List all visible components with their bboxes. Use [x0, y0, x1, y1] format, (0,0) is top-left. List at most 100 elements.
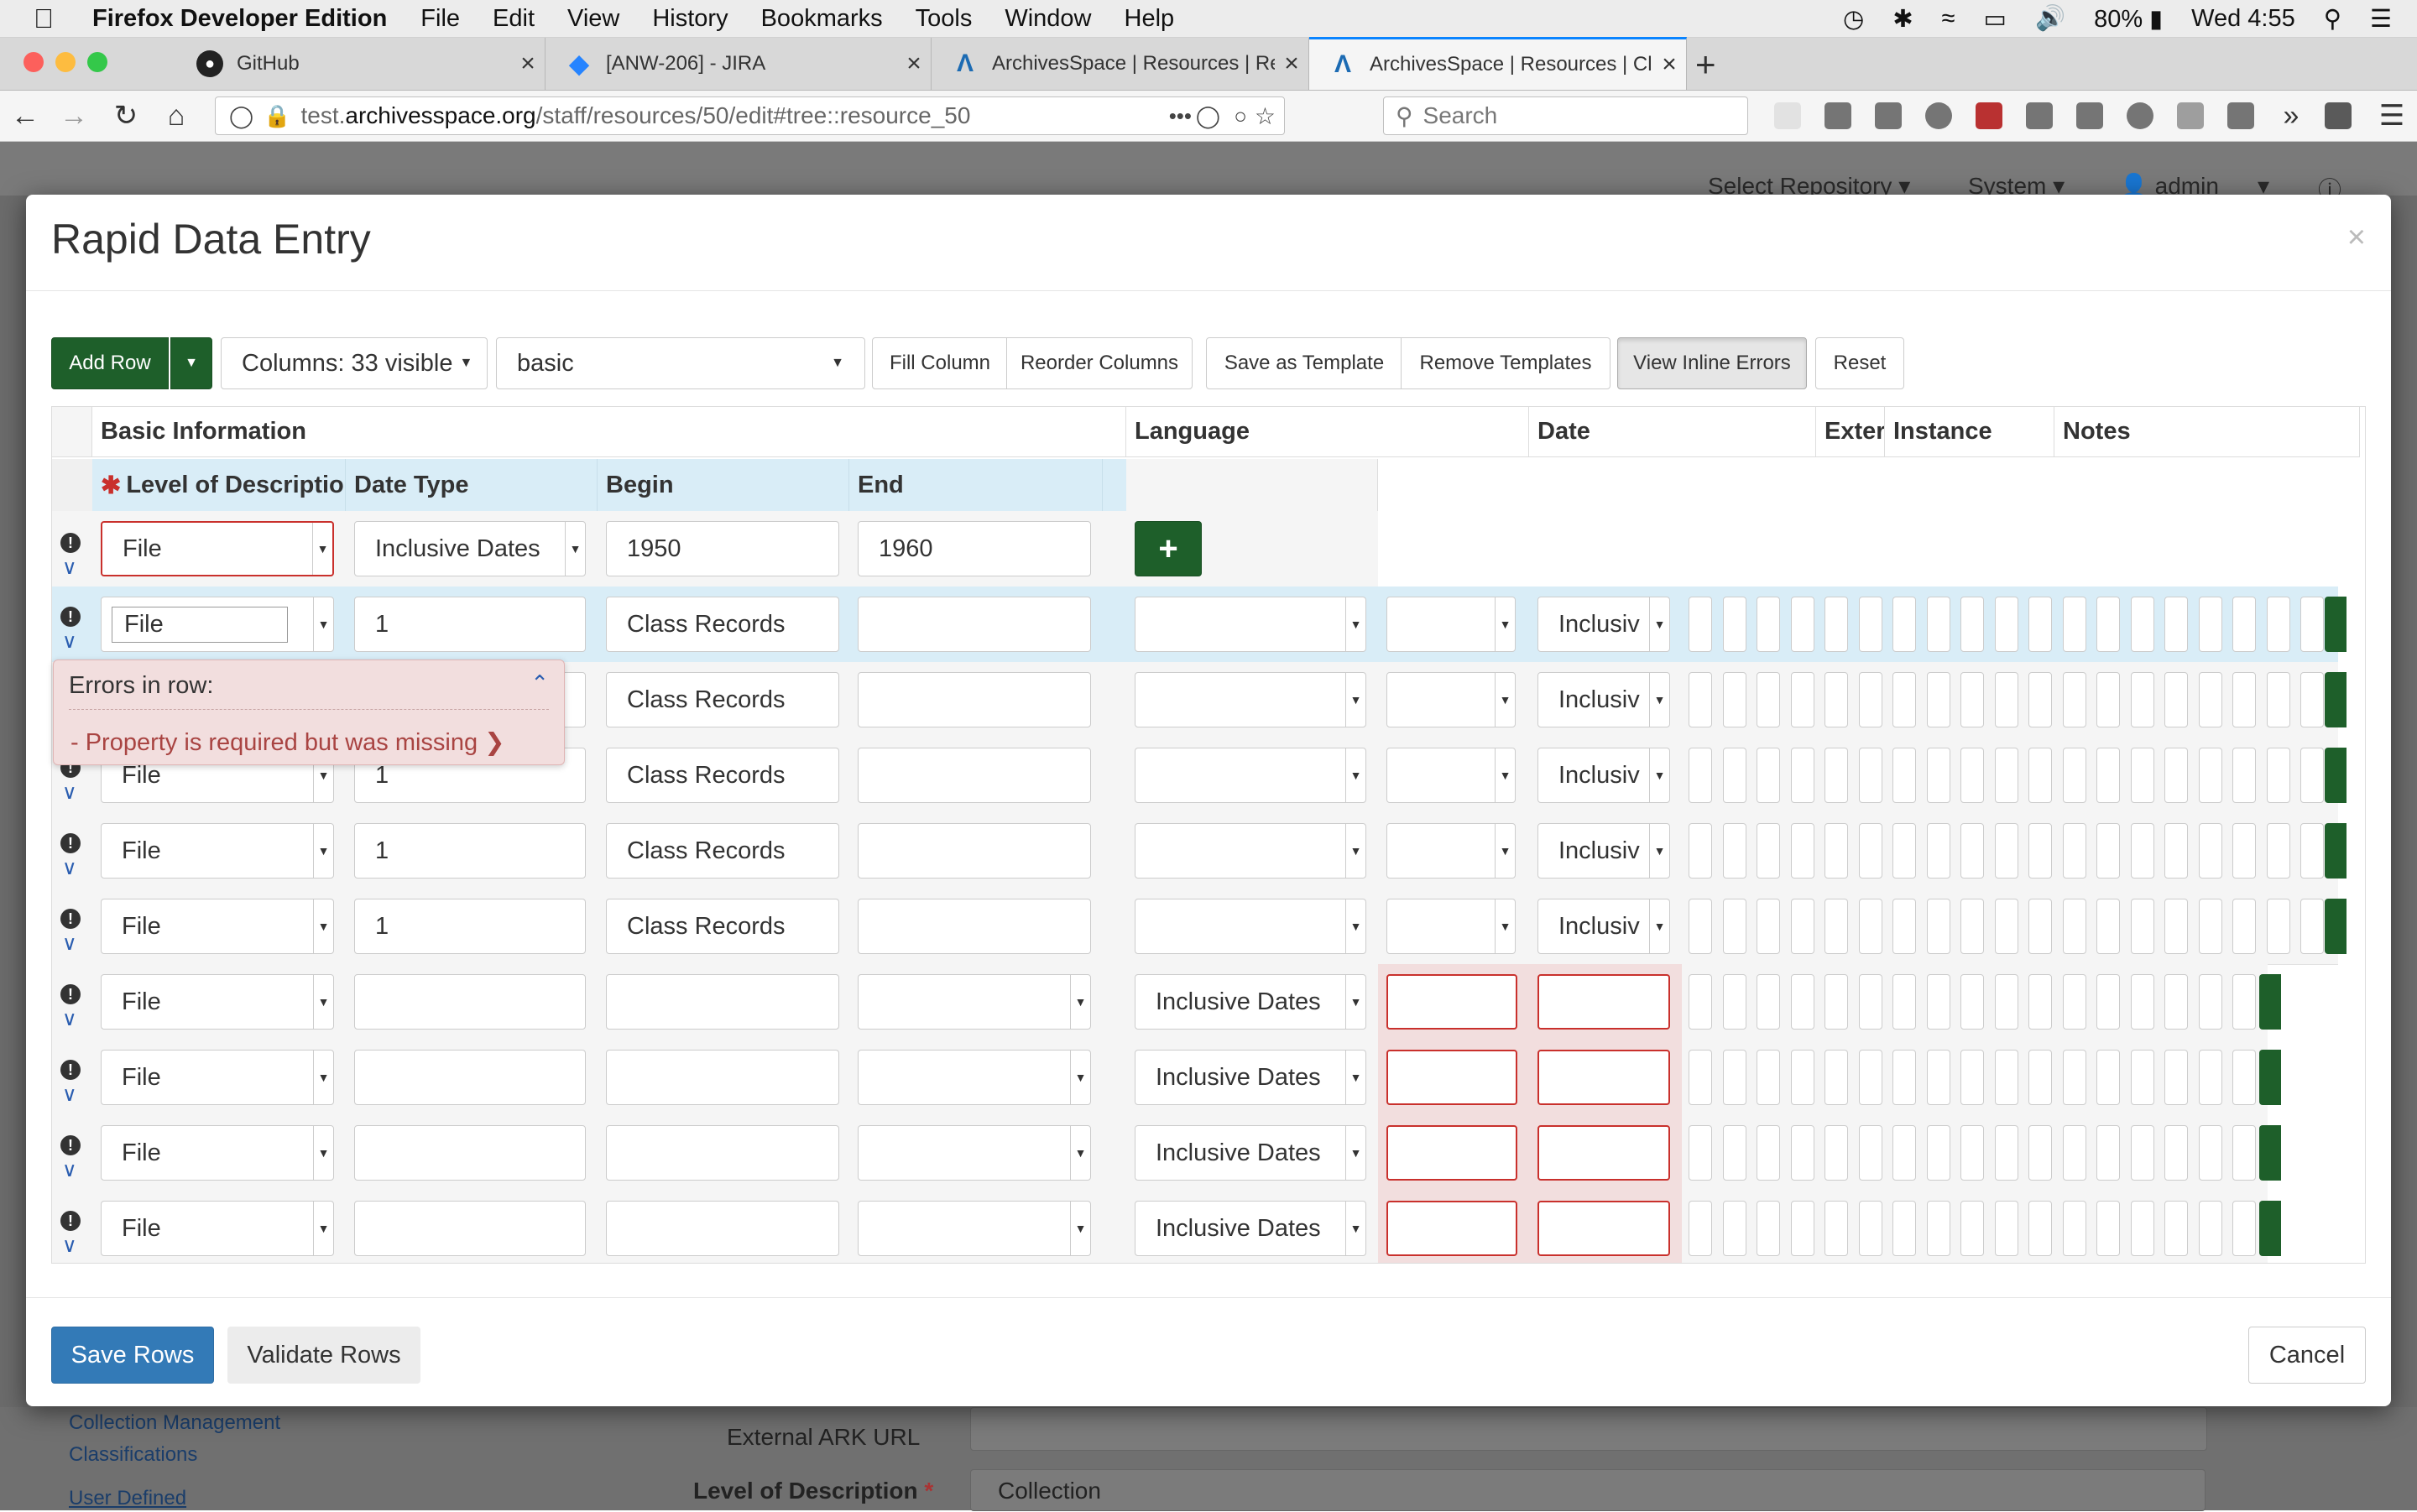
- row-input-narrow[interactable]: [1790, 597, 1814, 652]
- level-select[interactable]: File ▼: [101, 823, 334, 879]
- row-input-narrow[interactable]: [2028, 899, 2052, 954]
- row-input-narrow[interactable]: [1722, 597, 1746, 652]
- row-input-narrow[interactable]: [2130, 1125, 2154, 1181]
- row-select[interactable]: ▼: [1386, 748, 1516, 803]
- row-input-narrow[interactable]: [1892, 748, 1916, 803]
- apple-icon[interactable]: : [34, 3, 54, 34]
- row-input-narrow[interactable]: [1892, 1125, 1916, 1181]
- row-input-narrow[interactable]: [2300, 672, 2324, 727]
- row-input-narrow[interactable]: [1926, 823, 1950, 879]
- row-input-col2[interactable]: [354, 1050, 586, 1105]
- spotlight-search-icon[interactable]: ⚲: [2324, 4, 2341, 34]
- row-input-narrow[interactable]: [1994, 1125, 2018, 1181]
- row-input-narrow[interactable]: [1689, 1201, 1712, 1256]
- date-type-select[interactable]: Inclusive Dates ▼: [1135, 1201, 1366, 1256]
- row-input-narrow[interactable]: [1689, 899, 1712, 954]
- row-input-col2[interactable]: [354, 1201, 586, 1256]
- row-input-narrow[interactable]: [1757, 597, 1780, 652]
- row-input-narrow[interactable]: [2130, 974, 2154, 1030]
- date-end-input[interactable]: [1537, 1201, 1670, 1256]
- row-input-narrow[interactable]: [1960, 748, 1984, 803]
- window-minimize-button[interactable]: [55, 52, 76, 72]
- row-input-narrow[interactable]: [1689, 748, 1712, 803]
- row-input-narrow[interactable]: [2028, 823, 2052, 879]
- row-input-narrow[interactable]: [2300, 899, 2324, 954]
- row-input-col4[interactable]: [858, 672, 1091, 727]
- row-input-narrow[interactable]: [2062, 672, 2086, 727]
- validate-rows-button[interactable]: Validate Rows: [227, 1327, 420, 1384]
- row-input-narrow[interactable]: [2096, 1050, 2120, 1105]
- row-input-narrow[interactable]: [1858, 597, 1882, 652]
- menu-bookmarks[interactable]: Bookmarks: [761, 5, 883, 33]
- row-input-narrow[interactable]: [1858, 748, 1882, 803]
- save-as-template-button[interactable]: Save as Template: [1206, 337, 1402, 389]
- row-select[interactable]: ▼: [858, 1050, 1091, 1105]
- row-input-narrow[interactable]: [1722, 672, 1746, 727]
- sidebar-item-user-defined[interactable]: User Defined: [69, 1487, 186, 1510]
- tab-close-icon[interactable]: ×: [1652, 50, 1686, 79]
- row-input-narrow[interactable]: [2164, 823, 2188, 879]
- row-input-narrow[interactable]: [1926, 748, 1950, 803]
- row-input-narrow[interactable]: [1892, 672, 1916, 727]
- add-row-button[interactable]: Add Row: [51, 337, 169, 389]
- row-add-button[interactable]: [2325, 672, 2347, 727]
- row-input-narrow[interactable]: [1926, 1050, 1950, 1105]
- row-input-narrow[interactable]: [1858, 672, 1882, 727]
- chevron-down-icon[interactable]: ∨: [62, 558, 86, 578]
- volume-icon[interactable]: 🔊: [2035, 4, 2065, 33]
- row-input-narrow[interactable]: [2198, 1201, 2222, 1256]
- lightbulb-icon[interactable]: ○: [1234, 103, 1247, 129]
- row-input-narrow[interactable]: [1926, 899, 1950, 954]
- row-input-narrow[interactable]: [2232, 823, 2256, 879]
- date-begin-input[interactable]: [1386, 1125, 1517, 1181]
- row-input-narrow[interactable]: [2130, 1201, 2154, 1256]
- row-input-narrow[interactable]: [2232, 1050, 2256, 1105]
- chevron-down-icon[interactable]: ∨: [62, 858, 86, 879]
- row-input-narrow[interactable]: [2096, 974, 2120, 1030]
- tab-github[interactable]: ● GitHub ×: [176, 38, 546, 90]
- row-input-narrow[interactable]: [1790, 748, 1814, 803]
- column-begin[interactable]: Begin: [598, 459, 849, 511]
- row-input-narrow[interactable]: [1960, 597, 1984, 652]
- save-rows-button[interactable]: Save Rows: [51, 1327, 214, 1384]
- language-select[interactable]: ▼: [1135, 899, 1366, 954]
- hamburger-menu-icon[interactable]: ☰: [2375, 101, 2409, 131]
- date-type-select[interactable]: Inclusiv ▼: [1537, 672, 1670, 727]
- error-message-link[interactable]: - Property is required but was missing ❯: [70, 727, 505, 757]
- row-input-narrow[interactable]: [2164, 1125, 2188, 1181]
- row-select[interactable]: ▼: [858, 1201, 1091, 1256]
- date-end-input[interactable]: [1537, 1050, 1670, 1105]
- extension-icon[interactable]: [2227, 102, 2254, 129]
- row-input-narrow[interactable]: [1960, 1050, 1984, 1105]
- bookmark-star-icon[interactable]: ☆: [1255, 102, 1276, 130]
- row-input-narrow[interactable]: [1722, 1050, 1746, 1105]
- row-input-narrow[interactable]: [2300, 597, 2324, 652]
- menu-help[interactable]: Help: [1125, 5, 1175, 33]
- row-select[interactable]: ▼: [1386, 899, 1516, 954]
- row-input-narrow[interactable]: [2266, 899, 2290, 954]
- tab-close-icon[interactable]: ×: [511, 50, 545, 78]
- row-input-narrow[interactable]: [1824, 1050, 1848, 1105]
- row-input-narrow[interactable]: [2130, 1050, 2154, 1105]
- battery-status[interactable]: 80% ▮: [2094, 4, 2163, 34]
- level-of-description-select[interactable]: Collection: [970, 1469, 2206, 1511]
- row-input-narrow[interactable]: [2232, 1201, 2256, 1256]
- row-input-narrow[interactable]: [1790, 672, 1814, 727]
- row-input-narrow[interactable]: [2164, 1201, 2188, 1256]
- row-input-narrow[interactable]: [1960, 823, 1984, 879]
- row-input-narrow[interactable]: [2062, 748, 2086, 803]
- row-add-button[interactable]: [2259, 1201, 2281, 1256]
- row-input-narrow[interactable]: [2164, 672, 2188, 727]
- tracking-protection-icon[interactable]: ◯: [229, 103, 253, 129]
- row-input-narrow[interactable]: [2062, 1201, 2086, 1256]
- row-input-narrow[interactable]: [2028, 672, 2052, 727]
- cancel-button[interactable]: Cancel: [2248, 1327, 2366, 1384]
- error-icon[interactable]: !: [60, 1135, 81, 1155]
- row-input-col2[interactable]: [354, 974, 586, 1030]
- row-input-narrow[interactable]: [2096, 899, 2120, 954]
- row-input-narrow[interactable]: [2266, 597, 2290, 652]
- row-input-narrow[interactable]: [1689, 1125, 1712, 1181]
- row-input-col3[interactable]: Class Records: [606, 672, 839, 727]
- row-input-narrow[interactable]: [1824, 974, 1848, 1030]
- extension-icon[interactable]: [2026, 102, 2053, 129]
